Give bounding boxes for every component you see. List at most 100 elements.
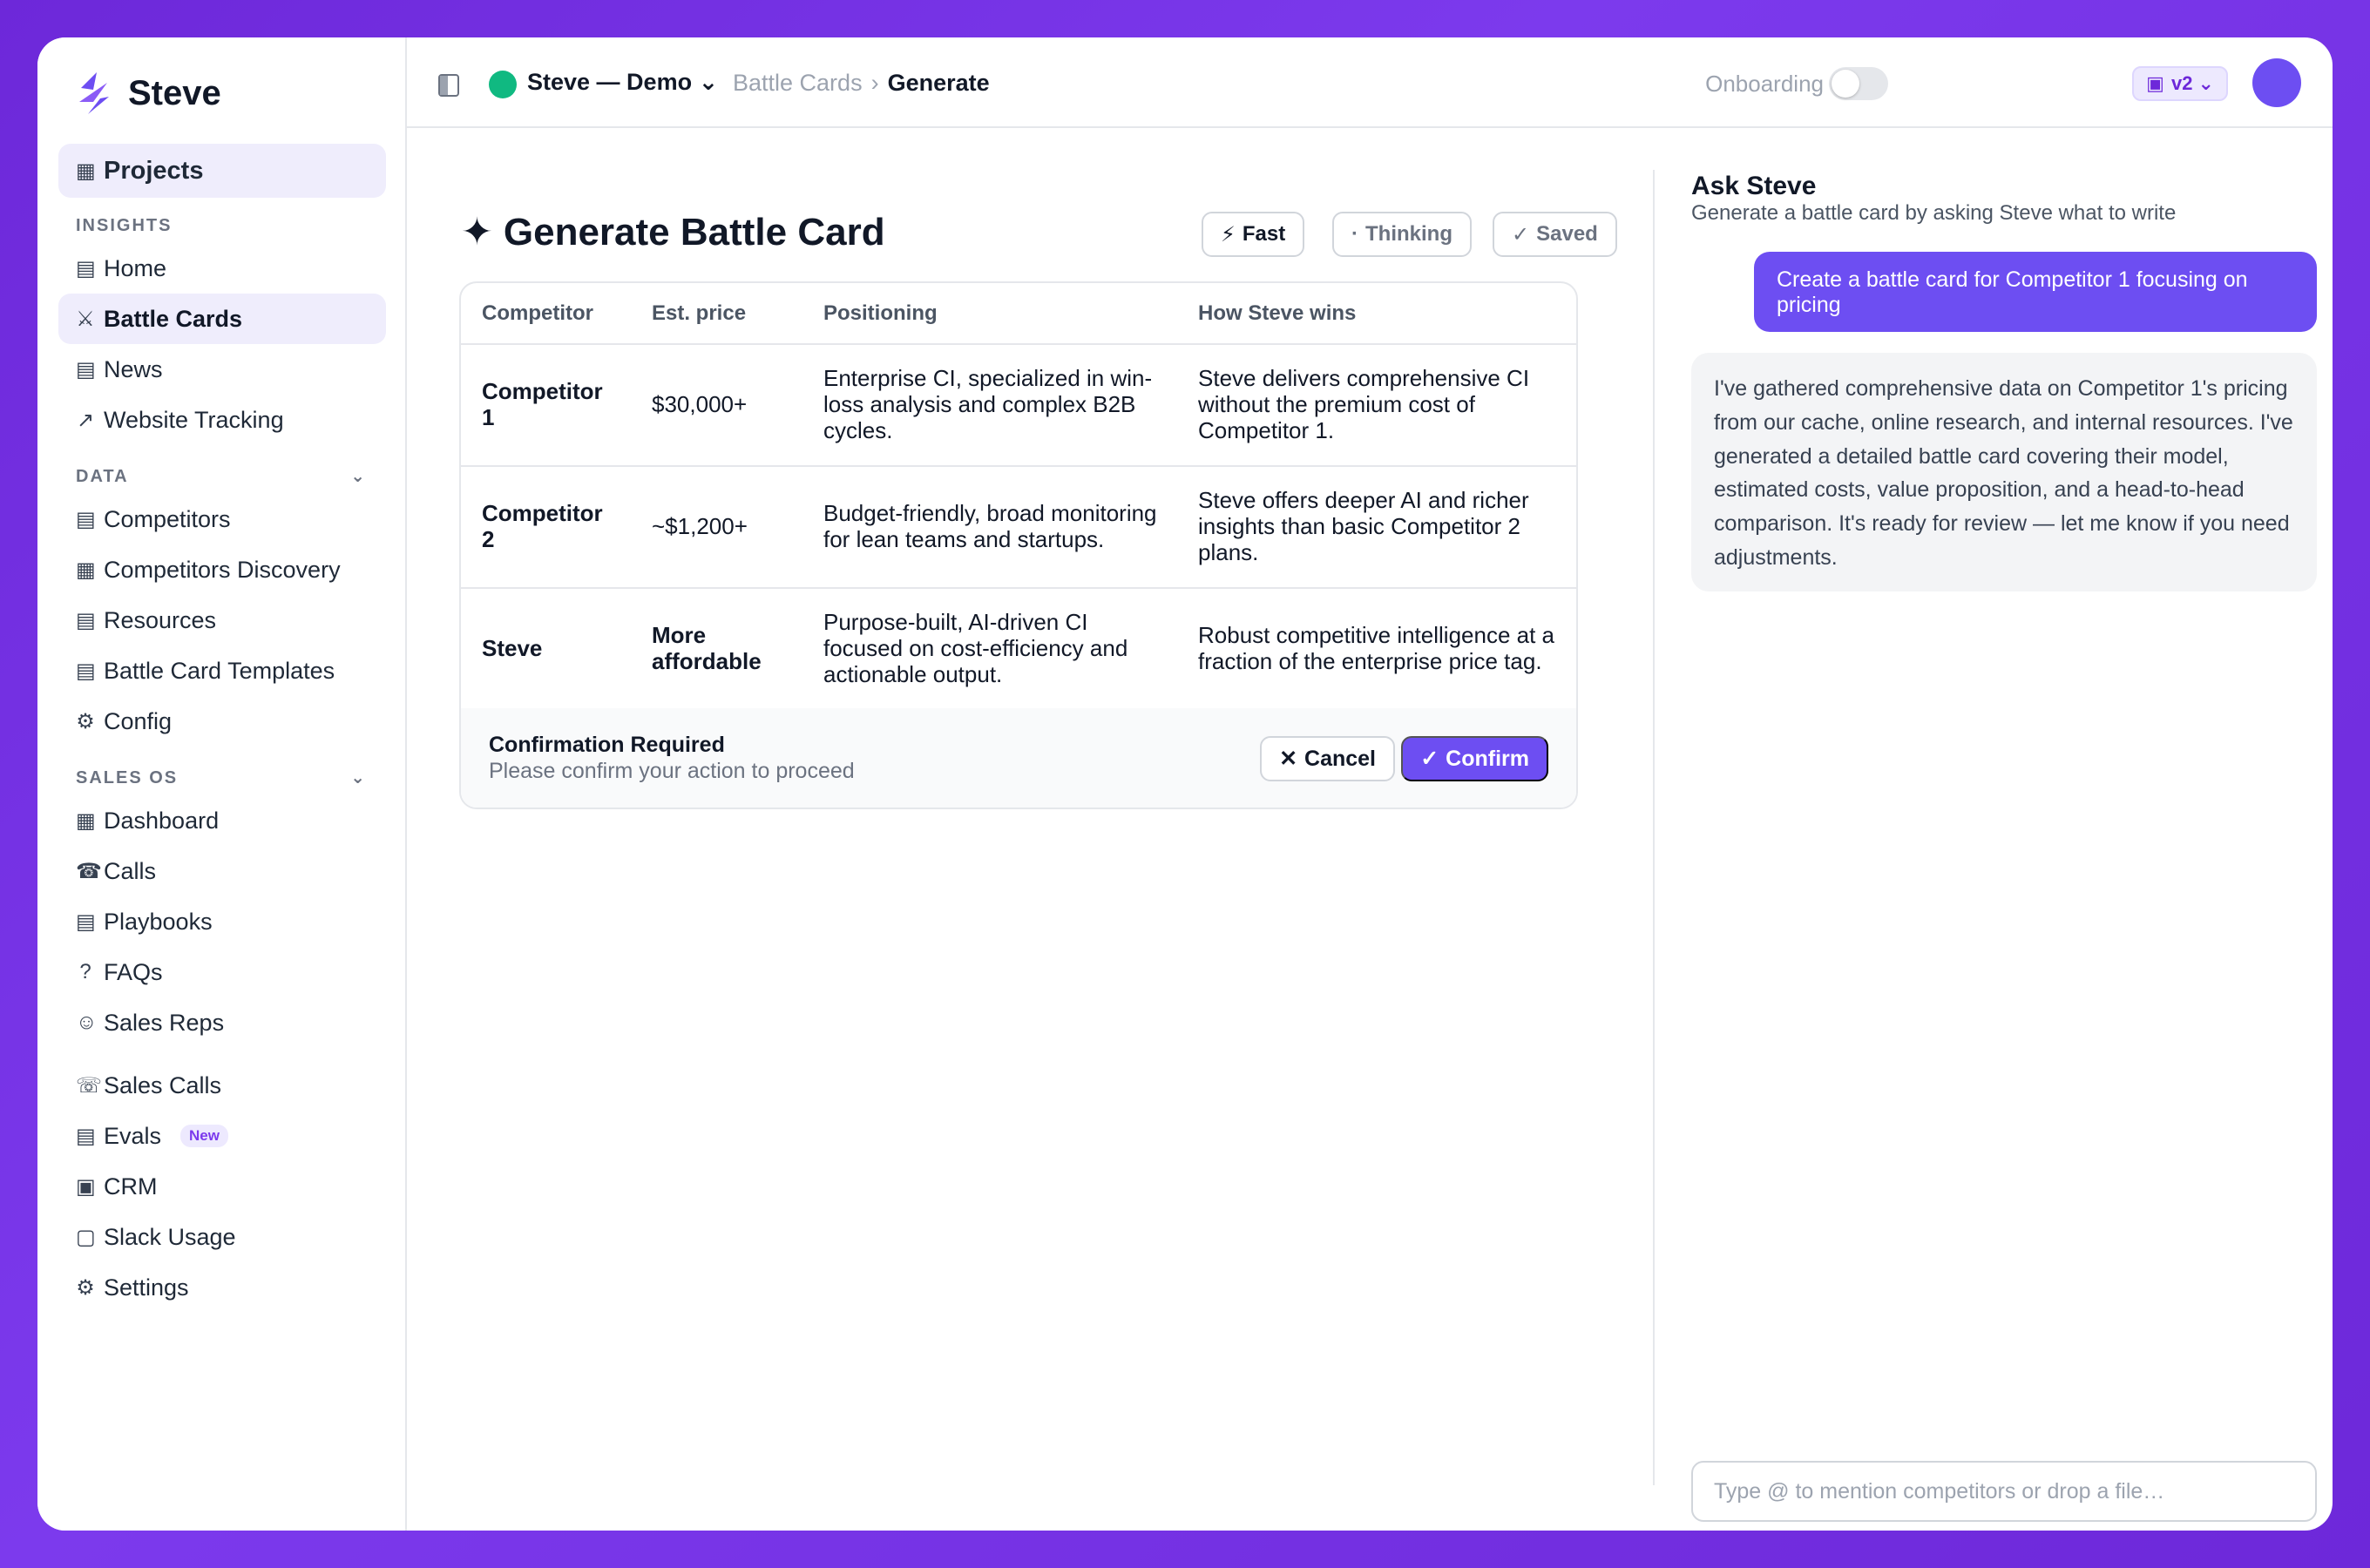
sidebar-item-sales-reps[interactable]: ☺ Sales Reps	[58, 997, 386, 1048]
sidebar-item-label: Projects	[104, 156, 204, 185]
question-icon: ?	[79, 960, 91, 983]
evals-icon: ▤	[76, 1124, 96, 1148]
sidebar-item-battle-cards[interactable]: ⚔ Battle Cards	[58, 294, 386, 344]
breadcrumb-current: Generate	[887, 70, 990, 96]
cell-price: ~$1,200+	[631, 466, 802, 589]
cell-competitor: Competitor 2	[461, 466, 631, 589]
chat-input[interactable]	[1691, 1461, 2317, 1522]
sidebar-item-label: Home	[104, 254, 167, 281]
table-row: Steve More affordable Purpose-built, AI-…	[461, 588, 1576, 711]
projects-icon: ▦	[76, 159, 96, 183]
user-message: Create a battle card for Competitor 1 fo…	[1754, 252, 2317, 332]
table-header-row: Competitor Est. price Positioning How St…	[461, 283, 1576, 345]
project-status-dot	[489, 71, 517, 98]
column-header: How Steve wins	[1177, 283, 1576, 345]
sidebar-item-home[interactable]: ▤ Home	[58, 243, 386, 294]
sidebar-item-label: Competitors	[104, 505, 231, 532]
thinking-mode-chip[interactable]: · Thinking	[1332, 212, 1472, 257]
section-data[interactable]: DATA ⌄	[58, 445, 386, 494]
gear-icon: ⚙	[76, 709, 95, 733]
sidebar-item-website-tracking[interactable]: ↗ Website Tracking	[58, 395, 386, 445]
grid-icon: ▦	[76, 558, 96, 582]
cell-price: $30,000+	[631, 344, 802, 467]
sidebar-item-faqs[interactable]: ? FAQs	[58, 947, 386, 997]
sidebar-toggle-icon[interactable]	[438, 74, 459, 97]
onboarding-toggle[interactable]	[1829, 67, 1888, 100]
sidebar-item-sales-calls[interactable]: ☏ Sales Calls	[58, 1060, 386, 1111]
cell-how-steve-wins: Steve offers deeper AI and richer insigh…	[1177, 466, 1576, 589]
avatar[interactable]	[2252, 58, 2301, 107]
confirm-label: Confirm	[1446, 746, 1529, 771]
sidebar-item-battle-card-templates[interactable]: ▤ Battle Card Templates	[58, 645, 386, 696]
confirmation-bar: Confirmation Required Please confirm you…	[461, 708, 1576, 808]
cell-how-steve-wins: Steve delivers comprehensive CI without …	[1177, 344, 1576, 467]
list-icon: ▤	[76, 507, 96, 531]
section-insights: INSIGHTS	[58, 198, 386, 243]
sidebar-item-label: Slack Usage	[104, 1223, 236, 1250]
sidebar-item-crm[interactable]: ▣ CRM	[58, 1161, 386, 1212]
breadcrumb: Battle Cards › Generate	[733, 70, 990, 97]
sidebar-item-label: Website Tracking	[104, 406, 284, 433]
sidebar-item-label: Dashboard	[104, 807, 220, 834]
sidebar-item-resources[interactable]: ▤ Resources	[58, 595, 386, 645]
breadcrumb-separator: ›	[870, 70, 879, 96]
saved-status-chip: ✓ Saved	[1493, 212, 1617, 257]
cell-competitor: Steve	[461, 588, 631, 711]
version-icon: ▣	[2146, 72, 2164, 94]
confirm-button[interactable]: ✓ Confirm	[1401, 736, 1548, 781]
sidebar-item-label: Sales Reps	[104, 1009, 225, 1036]
sidebar-item-calls[interactable]: ☎ Calls	[58, 846, 386, 896]
onboarding-label: Onboarding	[1705, 71, 1824, 97]
sidebar-item-slack-usage[interactable]: ▢ Slack Usage	[58, 1212, 386, 1262]
trend-arrow-icon: ↗	[76, 408, 95, 432]
brand[interactable]: Steve	[76, 71, 221, 116]
person-icon: ☺	[76, 1010, 98, 1034]
sidebar-item-news[interactable]: ▤ News	[58, 344, 386, 395]
settings-gear-icon: ⚙	[76, 1275, 95, 1300]
breadcrumb-battle-cards[interactable]: Battle Cards	[733, 70, 863, 97]
project-switcher[interactable]: Steve — Demo ⌄	[527, 69, 718, 96]
fast-mode-chip[interactable]: ⚡ Fast	[1202, 212, 1305, 257]
topbar: Steve — Demo ⌄ Battle Cards › Generate O…	[407, 37, 2333, 128]
table-row: Competitor 2 ~$1,200+ Budget-friendly, b…	[461, 466, 1576, 589]
version-selector[interactable]: ▣ v2 ⌄	[2132, 66, 2228, 101]
sidebar-item-label: Sales Calls	[104, 1071, 222, 1098]
column-header: Positioning	[802, 283, 1177, 345]
close-icon: ✕	[1279, 747, 1298, 771]
sidebar-item-competitors[interactable]: ▤ Competitors	[58, 494, 386, 544]
page-title-text: Generate Battle Card	[503, 210, 885, 253]
sidebar-item-competitors-discovery[interactable]: ▦ Competitors Discovery	[58, 544, 386, 595]
sidebar-item-dashboard[interactable]: ▦ Dashboard	[58, 795, 386, 846]
chevron-down-icon: ⌄	[350, 467, 367, 486]
sidebar-item-label: Evals	[104, 1122, 162, 1149]
sidebar-item-label: FAQs	[104, 958, 163, 985]
ask-steve-panel: Ask Steve Generate a battle card by aski…	[1622, 128, 2333, 1531]
assistant-message: I've gathered comprehensive data on Comp…	[1691, 353, 2317, 591]
slack-icon: ▢	[76, 1225, 96, 1249]
table-row: Competitor 1 $30,000+ Enterprise CI, spe…	[461, 344, 1576, 467]
sidebar-item-settings[interactable]: ⚙ Settings	[58, 1262, 386, 1313]
cell-positioning: Budget-friendly, broad monitoring for le…	[802, 466, 1177, 589]
cancel-button[interactable]: ✕ Cancel	[1260, 736, 1395, 781]
sidebar-nav: ▦ Projects INSIGHTS ▤ Home ⚔ Battle Card…	[58, 144, 386, 1313]
brand-name: Steve	[128, 73, 221, 112]
chip-label: Thinking	[1365, 222, 1452, 246]
new-badge: New	[180, 1125, 228, 1147]
sidebar-item-projects[interactable]: ▦ Projects	[58, 144, 386, 198]
cancel-label: Cancel	[1304, 746, 1376, 771]
battle-card-table: Competitor Est. price Positioning How St…	[459, 281, 1578, 809]
page-title: ✦ Generate Battle Card	[461, 210, 885, 254]
sidebar-item-playbooks[interactable]: ▤ Playbooks	[58, 896, 386, 947]
sidebar-item-label: Battle Cards	[104, 305, 243, 332]
section-sales-os[interactable]: SALES OS ⌄	[58, 747, 386, 795]
sidebar-item-evals[interactable]: ▤ Evals New	[58, 1111, 386, 1161]
crm-icon: ▣	[76, 1174, 96, 1199]
sparkle-icon: ✦	[461, 211, 493, 253]
sidebar-item-label: CRM	[104, 1173, 158, 1200]
news-icon: ▤	[76, 357, 96, 382]
sidebar-item-config[interactable]: ⚙ Config	[58, 696, 386, 747]
chip-label: Saved	[1536, 222, 1598, 246]
main-content: ✦ Generate Battle Card ⚡ Fast · Thinking…	[407, 128, 1622, 1531]
swords-icon: ⚔	[76, 307, 95, 331]
phone-outline-icon: ☏	[76, 1073, 103, 1098]
